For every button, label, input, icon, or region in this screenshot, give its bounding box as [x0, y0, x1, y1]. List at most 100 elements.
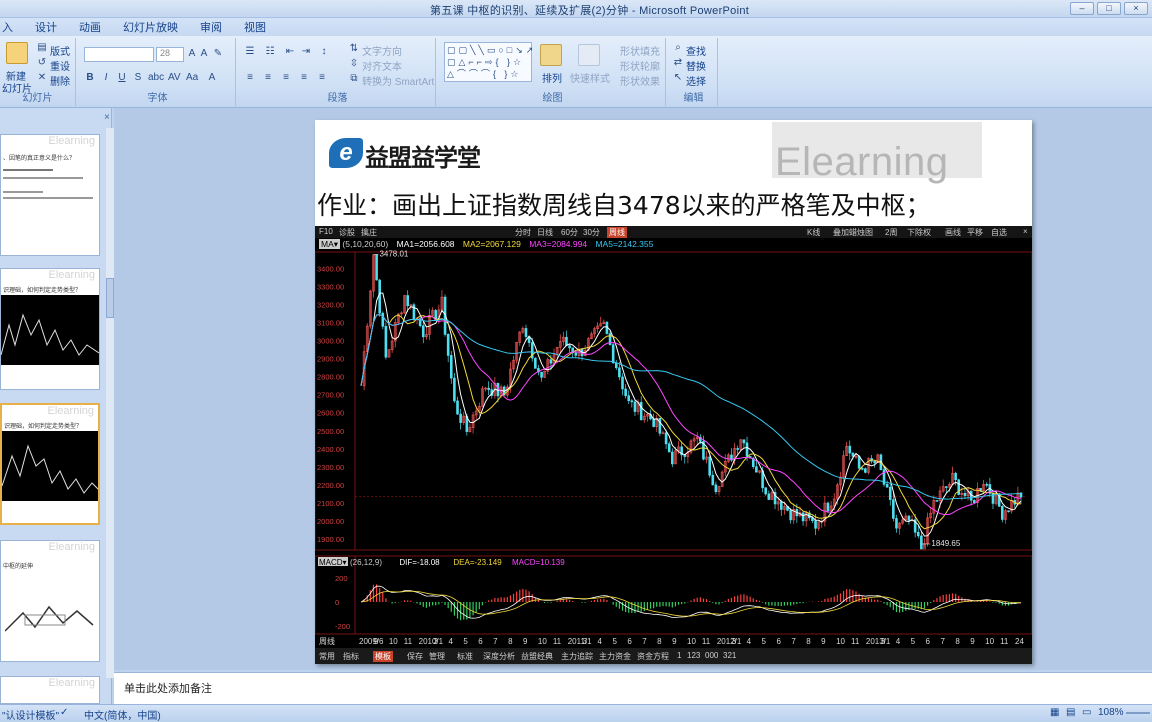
candle-body	[421, 325, 425, 338]
find-button[interactable]: 查找	[686, 43, 706, 58]
ribbon: 新建 幻灯片 ▤ 版式 ↺ 重设 ✕ 删除 幻灯片 28 A A ✎ B I U…	[0, 36, 1152, 108]
price-tick-label: 3000.00	[317, 337, 344, 346]
date-tick-label: 7	[940, 637, 945, 646]
case-icon[interactable]: Aa	[186, 72, 198, 84]
smartart-button[interactable]: 转换为 SmartArt	[362, 73, 434, 88]
minimize-button[interactable]: –	[1070, 2, 1094, 15]
notes-pane[interactable]: 单击此处添加备注	[114, 672, 1152, 704]
tab-review[interactable]: 审阅	[200, 19, 222, 35]
slide-thumbnail[interactable]: Elearning 、因笔的真正意义是什么？	[0, 134, 100, 256]
maximize-button[interactable]: □	[1097, 2, 1121, 15]
thumbnails-scrollbar[interactable]	[106, 128, 114, 678]
align-right-icon[interactable]: ≡	[280, 72, 292, 84]
candle-body	[683, 454, 687, 457]
distribute-icon[interactable]: ≡	[316, 72, 328, 84]
select-button[interactable]: 选择	[686, 73, 706, 88]
replace-button[interactable]: 替换	[686, 58, 706, 73]
homework-title[interactable]: 作业：画出上证指数周线自3478以来的严格笔及中枢；	[317, 186, 931, 222]
justify-icon[interactable]: ≡	[298, 72, 310, 84]
arrange-button[interactable]: 排列	[542, 70, 562, 85]
spacing-icon[interactable]: AV	[168, 72, 181, 84]
slide-thumbnail-selected[interactable]: Elearning 识理础，如何判定走势类型？	[0, 403, 100, 525]
layout-button[interactable]: 版式	[50, 43, 70, 58]
delete-button[interactable]: 删除	[50, 73, 70, 88]
quick-styles-button[interactable]: 快速样式	[570, 70, 610, 85]
candle-body	[801, 512, 805, 522]
slide-thumbnail[interactable]: Elearning 中枢的延伸	[0, 540, 100, 662]
tab-design[interactable]: 设计	[35, 19, 57, 35]
align-center-icon[interactable]: ≡	[262, 72, 274, 84]
candle-body	[745, 442, 749, 457]
italic-icon[interactable]: I	[100, 72, 112, 84]
date-tick-label: 9	[821, 637, 826, 646]
shape-fill-button[interactable]: 形状填充	[620, 43, 660, 58]
increase-indent-icon[interactable]: ⇥	[300, 46, 312, 58]
text-direction-button[interactable]: 文字方向	[362, 43, 402, 58]
candle-body	[944, 486, 948, 488]
editing-group: ⌕ 查找 ⇄ 替换 ↖ 选择 编辑	[670, 38, 718, 106]
current-slide[interactable]: Elearning e 益盟益学堂 作业：画出上证指数周线自3478以来的严格笔…	[315, 120, 1032, 664]
scrollbar-thumb[interactable]	[106, 278, 114, 318]
clear-format-icon[interactable]: ✎	[212, 48, 224, 60]
view-slideshow-icon[interactable]: ▭	[1082, 707, 1091, 718]
font-name-box[interactable]	[84, 47, 154, 62]
font-color-icon[interactable]: A	[206, 72, 218, 84]
slides-group: 新建 幻灯片 ▤ 版式 ↺ 重设 ✕ 删除 幻灯片	[0, 38, 76, 106]
price-tick-label: 3100.00	[317, 319, 344, 328]
slide-thumbnail[interactable]: Elearning 识理础，如何判定走势类型？	[0, 268, 100, 390]
reset-button[interactable]: 重设	[50, 58, 70, 73]
date-tick-label: 9	[672, 637, 677, 646]
shadow-icon[interactable]: S	[132, 72, 144, 84]
bottom-bar-item: 资金方程	[637, 652, 669, 661]
slide-thumbnail[interactable]: Elearning	[0, 676, 100, 704]
bottom-bar-item: 常用	[319, 652, 335, 661]
tab-slideshow[interactable]: 幻灯片放映	[123, 19, 178, 35]
numbering-icon[interactable]: ☷	[264, 46, 276, 58]
decrease-indent-icon[interactable]: ⇤	[284, 46, 296, 58]
notes-placeholder[interactable]: 单击此处添加备注	[124, 680, 212, 696]
font-size-box[interactable]: 28	[156, 47, 184, 62]
close-button[interactable]: ×	[1124, 2, 1148, 15]
price-panel-frame	[315, 251, 1032, 551]
zoom-slider[interactable]	[1126, 712, 1150, 714]
candle-body	[954, 472, 957, 481]
line-spacing-icon[interactable]: ↕	[318, 46, 330, 58]
date-tick-label: 8	[955, 637, 960, 646]
shrink-font-icon[interactable]: A	[198, 48, 210, 60]
date-tick-label: 11	[404, 637, 413, 646]
date-tick-label: 7	[493, 637, 498, 646]
bullets-icon[interactable]: ☰	[244, 46, 256, 58]
align-text-button[interactable]: 对齐文本	[362, 58, 402, 73]
date-tick-label: 2012/1	[717, 637, 742, 646]
underline-icon[interactable]: U	[116, 72, 128, 84]
spelling-icon[interactable]: ✓	[60, 707, 68, 718]
candle-body	[378, 279, 381, 314]
zoom-level[interactable]: 108%	[1098, 707, 1124, 718]
tab-animations[interactable]: 动画	[79, 19, 101, 35]
bold-icon[interactable]: B	[84, 72, 96, 84]
candle-body	[907, 515, 911, 521]
tab-view[interactable]: 视图	[244, 19, 266, 35]
grow-font-icon[interactable]: A	[186, 48, 198, 60]
close-panel-icon[interactable]: ×	[104, 112, 110, 123]
tab-insert[interactable]: 入	[2, 19, 13, 35]
date-tick-label: 3	[583, 637, 588, 646]
shapes-gallery[interactable]: ▢▢╲╲▭○□↘↗ ▢△⌐⌐⇨{ }☆ △⌒⌒⌒{ }☆	[444, 42, 533, 82]
candle-body	[764, 487, 768, 495]
candle-body	[814, 520, 817, 529]
view-sorter-icon[interactable]: ▤	[1066, 707, 1075, 718]
candle-body	[860, 467, 864, 470]
strike-icon[interactable]: abc	[148, 72, 164, 84]
date-tick-label: 9	[523, 637, 528, 646]
font-group: 28 A A ✎ B I U S abc AV Aa A 字体	[80, 38, 236, 106]
bottom-bar-item: 000	[705, 651, 719, 660]
macd-legend-item: DIF=-18.08	[399, 558, 440, 567]
shape-outline-button[interactable]: 形状轮廓	[620, 58, 660, 73]
candle-body	[963, 493, 967, 496]
date-tick-label: 11	[1000, 637, 1009, 646]
align-left-icon[interactable]: ≡	[244, 72, 256, 84]
shape-effects-button[interactable]: 形状效果	[620, 73, 660, 88]
price-tick-label: 2500.00	[317, 427, 344, 436]
bottom-bar-item: 管理	[429, 652, 445, 661]
view-normal-icon[interactable]: ▦	[1050, 707, 1059, 718]
